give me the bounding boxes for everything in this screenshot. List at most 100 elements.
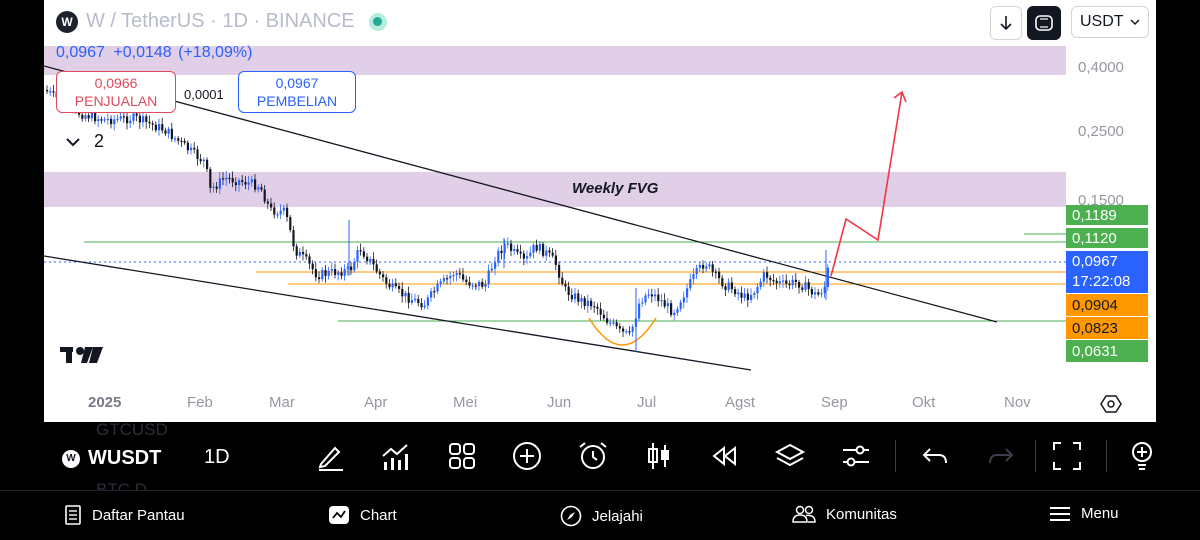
candle-body	[490, 268, 493, 271]
interval-button[interactable]: 1D	[204, 446, 230, 469]
replay-icon[interactable]	[708, 440, 740, 472]
candle-body	[119, 116, 122, 119]
candle-body	[666, 303, 669, 307]
candle-body	[798, 281, 801, 288]
candle-body	[263, 189, 266, 202]
candle-body	[449, 275, 452, 279]
ghost-symbol-top: GTCUSD	[96, 420, 168, 439]
price-tick: 0,2500	[1078, 123, 1124, 140]
symbol-search-button[interactable]: W WUSDT	[62, 447, 161, 470]
candle-body	[657, 294, 660, 302]
candle-body	[801, 287, 804, 290]
candle-body	[225, 177, 228, 180]
axis-settings-icon[interactable]	[1100, 394, 1122, 414]
alarm-icon[interactable]	[577, 440, 609, 472]
candle-body	[170, 128, 173, 139]
candle-body	[446, 278, 449, 280]
screenshot-button[interactable]	[1027, 6, 1061, 40]
buy-button[interactable]: 0,0967 PEMBELIAN	[238, 71, 356, 113]
chart-icon	[329, 506, 349, 524]
nav-menu[interactable]: Menu	[1049, 505, 1119, 522]
candle-body	[340, 272, 343, 276]
candle-body	[702, 264, 705, 269]
candle-body	[641, 302, 644, 304]
nav-watchlist[interactable]: Daftar Pantau	[64, 505, 185, 525]
symbol-header[interactable]: W W / TetherUS · 1D · BINANCE	[56, 10, 387, 33]
nav-explore[interactable]: Jelajahi	[560, 505, 643, 527]
candle-body	[222, 178, 225, 180]
candle-body	[113, 119, 116, 125]
candle-body	[814, 292, 817, 295]
candle-body	[343, 269, 346, 276]
add-icon[interactable]	[511, 440, 543, 472]
price-label-0-1189: 0,1189	[1066, 205, 1148, 225]
candle-body	[289, 217, 292, 231]
price-chart[interactable]	[44, 0, 1156, 422]
candle-body	[730, 282, 733, 290]
nav-chart[interactable]: Chart	[328, 505, 397, 525]
candle-body	[692, 274, 695, 280]
drawing-toolbar: GTCUSD BTC.D W WUSDT 1D	[0, 420, 1200, 499]
candle-body	[759, 281, 762, 287]
candle-body	[97, 119, 100, 122]
grid-icon[interactable]	[446, 440, 478, 472]
indicators-icon[interactable]	[380, 440, 412, 472]
settings-sliders-icon[interactable]	[840, 440, 872, 472]
chart-area[interactable]: W W / TetherUS · 1D · BINANCE 0,0967 +0,…	[44, 0, 1156, 422]
wormhole-logo-icon: W	[56, 10, 78, 33]
time-tick: 2025	[88, 394, 122, 411]
time-tick: Apr	[364, 394, 388, 411]
candle-body	[311, 263, 314, 270]
candle-body	[177, 138, 180, 141]
pencil-icon[interactable]	[315, 440, 347, 472]
candle-body	[298, 252, 301, 256]
bulb-icon[interactable]	[1128, 440, 1156, 472]
candle-body	[631, 326, 634, 332]
time-tick: Jun	[547, 394, 572, 411]
candle-body	[506, 243, 509, 245]
price-change: 0,0967 +0,0148 (+18,09%)	[56, 44, 252, 62]
candle-body	[398, 286, 401, 289]
candle-body	[628, 331, 631, 333]
toolbar-symbol: WUSDT	[88, 447, 162, 469]
price-label-0-0631: 0,0631	[1066, 340, 1148, 362]
redo-icon[interactable]	[985, 440, 1017, 472]
currency-select[interactable]: USDT	[1071, 6, 1149, 38]
candle-body	[394, 283, 397, 287]
candle-body	[359, 250, 362, 252]
candle-body	[273, 207, 276, 215]
price-label-0-0823: 0,0823	[1066, 317, 1148, 339]
candle-body	[791, 279, 794, 286]
candle-body	[247, 182, 250, 185]
candle-body	[337, 272, 340, 275]
candle-body	[554, 255, 557, 265]
candle-body	[673, 312, 676, 315]
time-tick: Agst	[725, 394, 756, 411]
candle-body	[708, 264, 711, 267]
nav-watchlist-label: Daftar Pantau	[92, 506, 185, 524]
candles-icon[interactable]	[643, 440, 675, 472]
fullscreen-icon[interactable]	[1051, 440, 1083, 472]
nav-chart-label: Chart	[360, 506, 397, 524]
candle-body	[567, 286, 570, 295]
time-tick: Feb	[187, 394, 213, 411]
candle-body	[753, 293, 756, 295]
candle-body	[580, 297, 583, 302]
download-button[interactable]	[990, 6, 1022, 40]
undo-icon[interactable]	[919, 440, 951, 472]
nav-community[interactable]: Komunitas	[792, 505, 897, 523]
candle-body	[430, 291, 433, 298]
candle-body	[474, 285, 477, 287]
candle-body	[164, 130, 167, 134]
sell-button[interactable]: 0,0966 PENJUALAN	[56, 71, 176, 113]
candle-body	[420, 303, 423, 308]
candle-body	[378, 271, 381, 275]
candle-body	[564, 283, 567, 287]
candle-body	[439, 281, 442, 284]
buy-label: PEMBELIAN	[256, 93, 338, 109]
candle-body	[126, 116, 129, 124]
indicators-toggle[interactable]: 2	[66, 131, 104, 152]
candle-body	[647, 294, 650, 296]
time-tick: Mei	[453, 394, 478, 411]
layers-icon[interactable]	[774, 440, 806, 472]
